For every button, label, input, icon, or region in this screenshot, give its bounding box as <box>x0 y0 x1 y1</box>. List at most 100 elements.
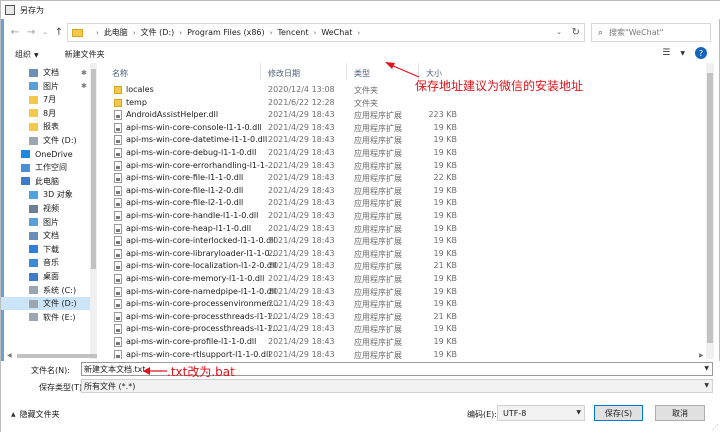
file-row[interactable]: api-ms-win-core-errorhandling-l1-1-... 20… <box>100 160 712 173</box>
view-options-icon[interactable]: ☰ <box>662 48 670 58</box>
save-button[interactable]: 保存(S) <box>594 405 643 421</box>
recent-locations-chevron-icon[interactable]: ⌄ <box>39 25 51 39</box>
breadcrumb-item[interactable]: 文件 (D:) <box>141 27 175 38</box>
sidebar-item[interactable]: 此电脑 <box>1 175 90 188</box>
up-arrow-icon[interactable]: ↑ <box>53 25 65 39</box>
column-name-header[interactable]: 名称 <box>112 68 128 79</box>
sidebar-item[interactable]: 文档 <box>1 229 90 242</box>
organize-menu[interactable]: 组织 ▼ <box>15 49 39 60</box>
chevron-down-icon[interactable]: ▼ <box>704 365 709 372</box>
file-date: 2021/4/29 18:43 <box>268 337 335 346</box>
breadcrumb-item[interactable]: Tencent <box>277 28 308 37</box>
scrollbar-thumb[interactable] <box>707 73 713 343</box>
sidebar-item[interactable]: 文件 (D:) <box>1 297 90 311</box>
sidebar-item-label: 报表 <box>43 122 59 132</box>
breadcrumb-separator-icon[interactable]: › <box>270 29 273 37</box>
sidebar-item[interactable]: 下载 <box>1 243 90 256</box>
sidebar-item[interactable]: 音乐 <box>1 256 90 269</box>
breadcrumb-separator-icon[interactable]: › <box>357 29 360 37</box>
chevron-down-icon[interactable]: ▼ <box>576 409 581 416</box>
column-divider[interactable] <box>260 63 261 80</box>
file-name: api-ms-win-core-processthreads-l1-1... <box>126 324 280 334</box>
file-row[interactable]: api-ms-win-core-file-l1-2-0.dll 2021/4/29… <box>100 185 712 198</box>
file-size: 19 KB <box>433 211 457 220</box>
video-icon <box>29 204 38 213</box>
scrollbar-thumb[interactable] <box>91 69 96 269</box>
breadcrumb-item[interactable]: Program Files (x86) <box>187 28 265 37</box>
drive-icon <box>29 286 38 295</box>
search-box[interactable]: ⌕ 搜索"WeChat" <box>591 23 711 42</box>
sidebar-item[interactable]: 文档 ✱ <box>1 66 90 79</box>
column-divider[interactable] <box>346 63 347 80</box>
help-icon[interactable]: ? <box>695 47 707 59</box>
file-row[interactable]: api-ms-win-core-interlocked-l1-1-0.dll 20… <box>100 235 712 248</box>
file-name: api-ms-win-core-profile-l1-1-0.dll <box>126 337 257 346</box>
file-row[interactable]: locales 2020/12/4 13:08 文件夹 <box>100 84 712 97</box>
scroll-left-icon[interactable]: ◀ <box>7 352 12 359</box>
breadcrumb-separator-icon[interactable]: › <box>179 29 182 37</box>
back-arrow-icon[interactable]: ← <box>9 25 21 39</box>
file-row[interactable]: api-ms-win-core-libraryloader-l1-1-0... 2… <box>100 248 712 261</box>
address-bar[interactable]: › 此电脑 › 文件 (D:) › Program Files (x86) › Tencent… <box>67 23 585 42</box>
hide-folders-toggle[interactable]: ▲ 隐藏文件夹 <box>11 409 60 420</box>
file-size: 19 KB <box>433 122 457 132</box>
column-date-header[interactable]: 修改日期 <box>268 68 300 79</box>
file-name: temp <box>126 97 147 107</box>
file-row[interactable]: api-ms-win-core-processthreads-l1-1... 20… <box>100 323 712 336</box>
breadcrumb-item[interactable]: WeChat <box>321 28 352 37</box>
breadcrumb-separator-icon[interactable]: › <box>133 29 136 37</box>
file-size: 19 KB <box>433 236 457 246</box>
sidebar-item[interactable]: 8月 <box>1 107 90 120</box>
breadcrumb-separator-icon[interactable]: › <box>96 29 99 37</box>
file-row[interactable]: api-ms-win-core-file-l1-1-0.dll 2021/4/29… <box>100 172 712 185</box>
chevron-down-icon[interactable]: ▼ <box>704 382 709 389</box>
file-row[interactable]: api-ms-win-core-debug-l1-1-0.dll 2021/4/2… <box>100 147 712 160</box>
resize-grip-icon[interactable]: ⋰ <box>712 423 719 431</box>
file-name: locales <box>126 85 154 94</box>
file-row[interactable]: api-ms-win-core-handle-l1-1-0.dll 2021/4/… <box>100 210 712 223</box>
sidebar-item[interactable]: 图片 ✱ <box>1 80 90 93</box>
sidebar-item[interactable]: 报表 <box>1 120 90 133</box>
music-icon <box>29 258 38 267</box>
file-list-scrollbar[interactable] <box>706 63 714 359</box>
sidebar-item[interactable]: 视频 <box>1 202 90 215</box>
sidebar-item[interactable]: 3D 对象 <box>1 188 90 201</box>
file-row[interactable]: temp 2021/6/22 12:28 文件夹 <box>100 97 712 110</box>
breadcrumb-separator-icon[interactable]: › <box>314 29 317 37</box>
sidebar-item[interactable]: 文件 (D:) <box>1 134 90 147</box>
file-row[interactable]: api-ms-win-core-file-l2-1-0.dll 2021/4/29… <box>100 197 712 210</box>
file-row[interactable]: api-ms-win-core-localization-l1-2-0.dll 2… <box>100 260 712 273</box>
file-row[interactable]: AndroidAssistHelper.dll 2021/4/29 18:43 应用… <box>100 109 712 122</box>
savetype-select[interactable]: 所有文件 (*.*) ▼ <box>81 379 713 393</box>
sidebar-item[interactable]: 桌面 <box>1 270 90 283</box>
sidebar-item[interactable]: OneDrive <box>1 148 90 161</box>
sidebar-item[interactable]: 图片 <box>1 216 90 229</box>
file-row[interactable]: api-ms-win-core-processenvironmen... 2021… <box>100 298 712 311</box>
sidebar-item[interactable]: 软件 (E:) <box>1 311 90 324</box>
column-type-header[interactable]: 类型 <box>354 68 370 79</box>
scroll-right-icon[interactable]: ▶ <box>699 352 704 359</box>
scrollbar-thumb[interactable] <box>17 354 97 358</box>
sidebar-item[interactable]: 7月 <box>1 93 90 106</box>
file-row[interactable]: api-ms-win-core-processthreads-l1-1... 20… <box>100 311 712 324</box>
view-chevron-down-icon[interactable]: ▼ <box>680 50 685 57</box>
cloud-icon <box>21 150 30 159</box>
sidebar-item[interactable]: 系统 (C:) <box>1 284 90 297</box>
horizontal-scrollbar[interactable]: ◀ ▶ <box>7 352 707 359</box>
navigation-scrollbar[interactable] <box>90 63 97 359</box>
file-row[interactable]: api-ms-win-core-profile-l1-1-0.dll 2021/4… <box>100 336 712 349</box>
breadcrumb-item[interactable]: 此电脑 <box>104 27 128 38</box>
encoding-select[interactable]: UTF-8 ▼ <box>497 405 585 421</box>
sidebar-item[interactable]: 工作空间 <box>1 161 90 174</box>
cancel-button[interactable]: 取消 <box>655 405 705 421</box>
file-row[interactable]: api-ms-win-core-heap-l1-1-0.dll 2021/4/29… <box>100 223 712 236</box>
command-bar: 组织 ▼ 新建文件夹 ☰ ▼ ? <box>1 46 720 62</box>
forward-arrow-icon[interactable]: → <box>25 25 37 39</box>
refresh-icon[interactable]: ↻ <box>572 27 580 38</box>
file-row[interactable]: api-ms-win-core-datetime-l1-1-0.dll 2021/… <box>100 134 712 147</box>
file-row[interactable]: api-ms-win-core-namedpipe-l1-1-0.dll 2021… <box>100 286 712 299</box>
file-row[interactable]: api-ms-win-core-console-l1-1-0.dll 2021/4… <box>100 122 712 135</box>
address-dropdown-chevron-icon[interactable]: ⌄ <box>556 28 562 36</box>
new-folder-button[interactable]: 新建文件夹 <box>65 49 105 60</box>
file-row[interactable]: api-ms-win-core-memory-l1-1-0.dll 2021/4/… <box>100 273 712 286</box>
